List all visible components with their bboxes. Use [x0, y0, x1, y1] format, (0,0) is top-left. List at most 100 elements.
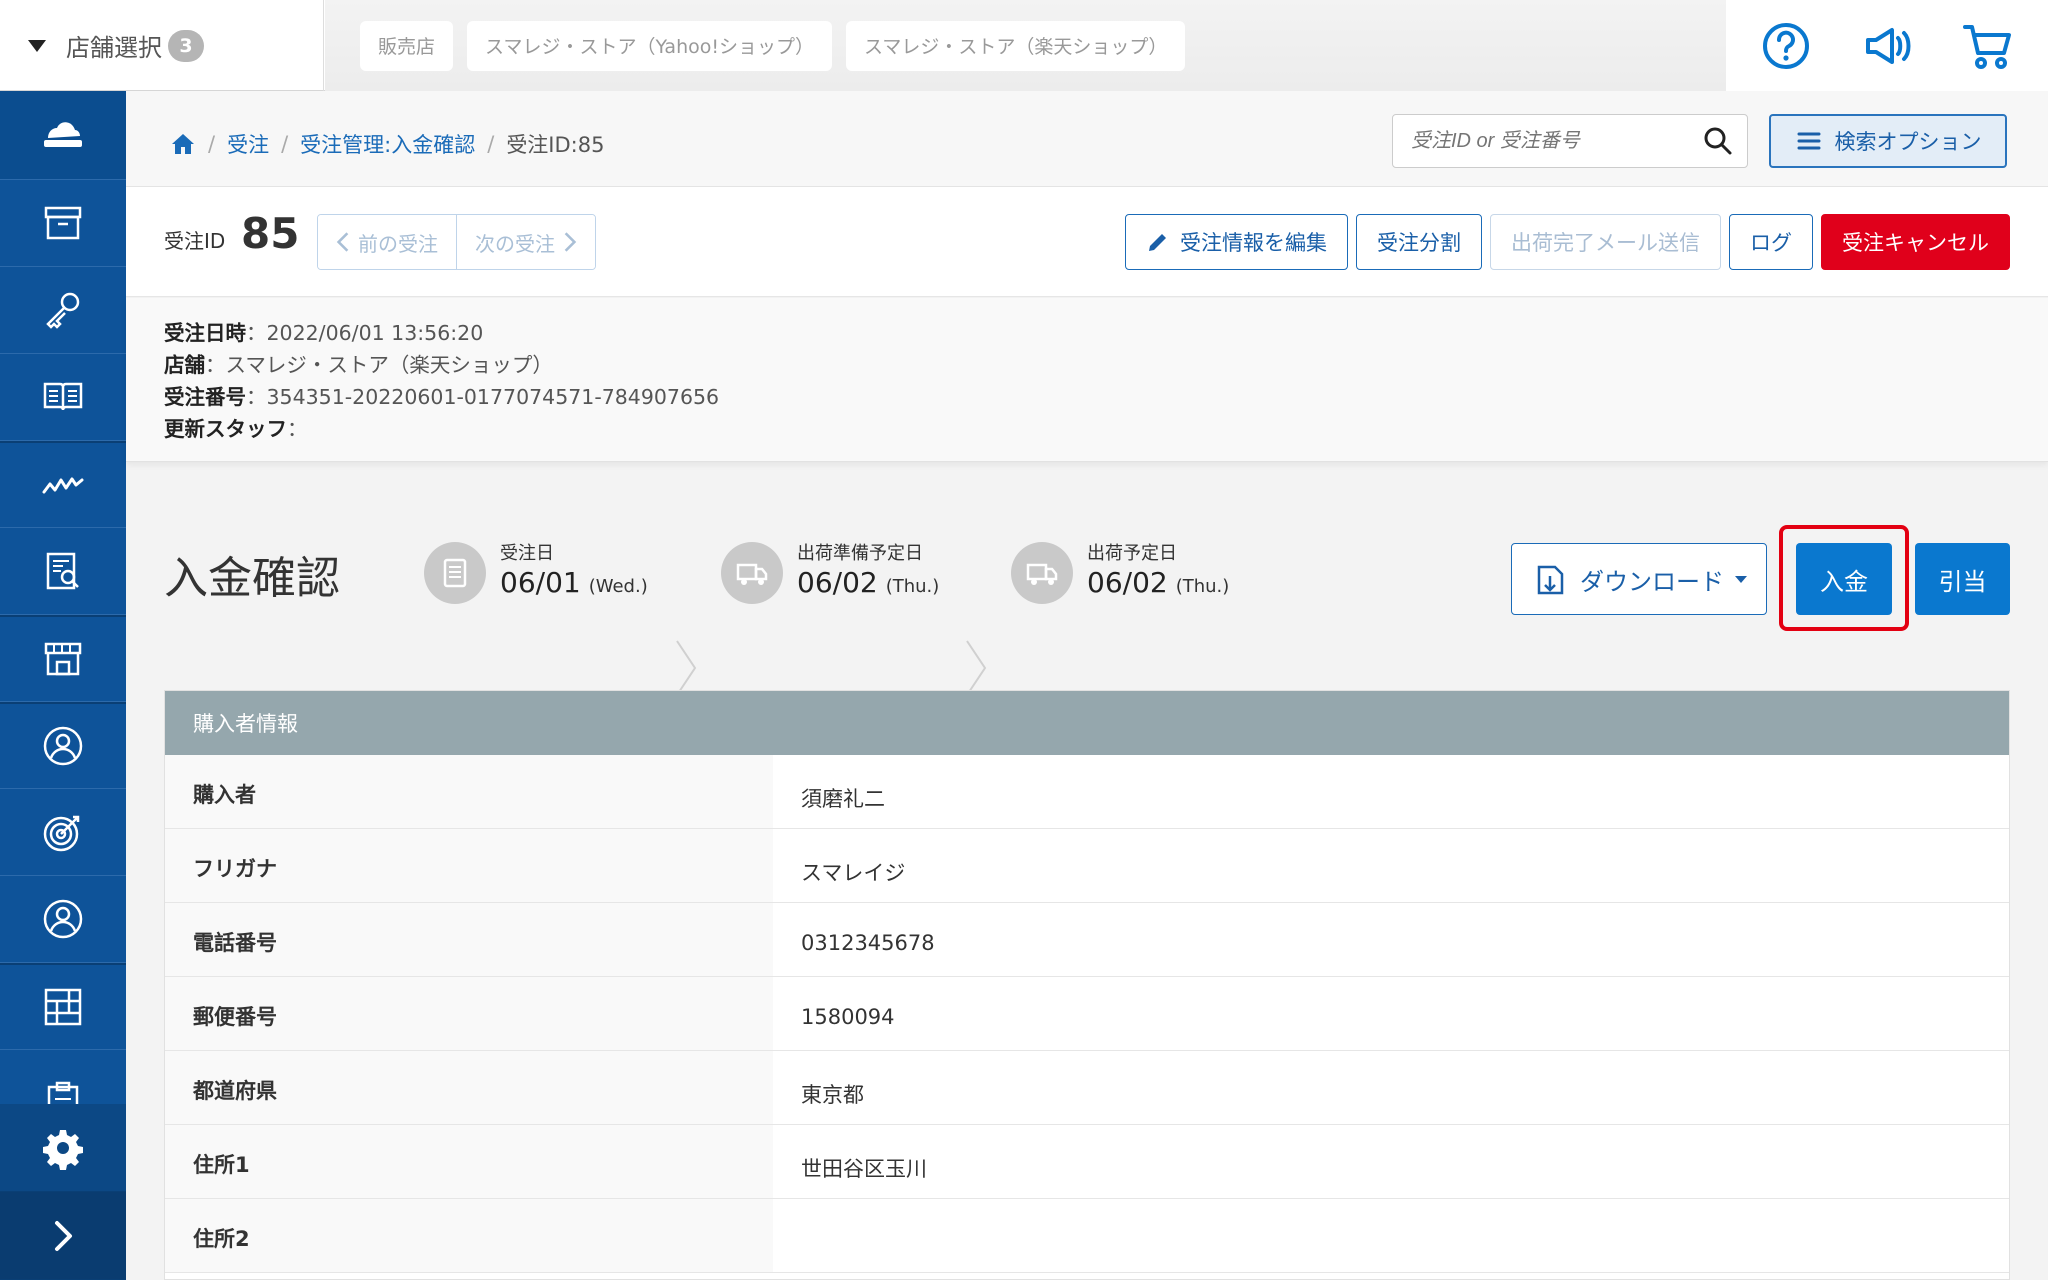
table-row: 電話番号 0312345678 [165, 903, 2009, 977]
store-tab-dealer[interactable]: 販売店 [360, 20, 454, 71]
meta-order-date: 受注日時：2022/06/01 13:56:20 [164, 321, 484, 345]
step-label: 受注日 [500, 543, 554, 564]
clipboard-icon [47, 1081, 79, 1107]
table-row: フリガナ スマレイジ [165, 829, 2009, 903]
breadcrumb-separator: / [208, 132, 216, 156]
edit-order-button[interactable]: 受注情報を編集 [1125, 214, 1348, 270]
step-chevron-icon [966, 640, 987, 696]
row-key: 電話番号 [165, 903, 773, 976]
step-circle [721, 542, 783, 604]
next-order-button[interactable]: 次の受注 [456, 215, 595, 269]
cancel-order-button[interactable]: 受注キャンセル [1821, 214, 2010, 270]
step-label: 出荷準備予定日 [797, 543, 923, 564]
store-tab-yahoo[interactable]: スマレジ・ストア（Yahoo!ショップ） [467, 20, 832, 71]
order-nav: 前の受注 次の受注 [317, 214, 596, 270]
meta-store-label: 店舗 [164, 353, 205, 377]
row-key: 都道府県 [165, 1051, 773, 1124]
sidebar-item-catalog[interactable] [0, 354, 126, 441]
search-options-label: 検索オプション [1834, 130, 1982, 154]
status-title: 入金確認 [164, 553, 340, 604]
sidebar-item-analytics[interactable] [0, 441, 126, 528]
menu-icon [1797, 132, 1820, 150]
payment-button[interactable]: 入金 [1796, 543, 1892, 615]
store-tabs: 販売店 スマレジ・ストア（Yahoo!ショップ） スマレジ・ストア（楽天ショップ… [325, 0, 1726, 91]
meta-order-number-label: 受注番号 [164, 385, 246, 409]
download-button[interactable]: ダウンロード [1511, 543, 1767, 615]
top-bar: 店舗選択 3 販売店 スマレジ・ストア（Yahoo!ショップ） スマレジ・ストア… [0, 0, 2048, 91]
row-key: 住所1 [165, 1125, 773, 1198]
sidebar-item-home[interactable] [0, 91, 126, 180]
meta-order-date-label: 受注日時 [164, 321, 246, 345]
meta-staff: 更新スタッフ： [164, 417, 308, 441]
prev-order-label: 前の受注 [358, 231, 438, 256]
store-tab-rakuten[interactable]: スマレジ・ストア（楽天ショップ） [846, 20, 1186, 71]
sidebar-item-staff[interactable] [0, 876, 126, 963]
breadcrumb-bar: / 受注 / 受注管理:入金確認 / 受注ID:85 検索オプション [126, 91, 2048, 187]
breadcrumb-payment-check[interactable]: 受注管理:入金確認 [300, 129, 475, 159]
order-header: 受注ID 85 前の受注 次の受注 受注情報を編集 受注分割 出荷完了メール送信 [126, 187, 2048, 297]
prev-order-button[interactable]: 前の受注 [318, 215, 456, 269]
row-value: 1580094 [801, 1005, 895, 1029]
sidebar-item-orders[interactable] [0, 1061, 126, 1107]
step-date: 06/01 [500, 566, 581, 599]
home-icon[interactable] [170, 131, 196, 157]
step-day: (Thu.) [1175, 576, 1230, 597]
report-search-icon [46, 552, 79, 590]
breadcrumb-orders[interactable]: 受注 [227, 129, 269, 159]
top-icons [1726, 0, 2048, 91]
chart-line-icon [42, 477, 84, 494]
search-icon[interactable] [1703, 126, 1733, 156]
step-circle [1011, 542, 1073, 604]
allocate-button[interactable]: 引当 [1915, 543, 2010, 615]
sidebar-item-store[interactable] [0, 615, 126, 702]
document-icon [443, 558, 467, 588]
table-row: 購入者 須磨礼二 [165, 755, 2009, 829]
sidebar-bottom [0, 1104, 126, 1280]
table-row: 住所2 [165, 1199, 2009, 1273]
step-label: 出荷予定日 [1087, 543, 1177, 564]
row-key: 郵便番号 [165, 977, 773, 1050]
box-icon [44, 206, 82, 240]
step-prep-date: 出荷準備予定日 06/02 (Thu.) [721, 542, 939, 604]
sidebar-expand-button[interactable] [0, 1192, 126, 1280]
step-order-date: 受注日 06/01 (Wed.) [424, 542, 648, 604]
sidebar-item-customers[interactable] [0, 702, 126, 789]
sidebar-item-keys[interactable] [0, 267, 126, 354]
order-search [1392, 114, 1748, 168]
log-button[interactable]: ログ [1729, 214, 1813, 270]
sidebar-item-marketing[interactable] [0, 789, 126, 876]
step-date: 06/02 [1087, 566, 1168, 599]
row-value: 須磨礼二 [801, 787, 885, 811]
next-order-label: 次の受注 [475, 231, 555, 256]
row-key: 購入者 [165, 755, 773, 828]
ship-complete-mail-button[interactable]: 出荷完了メール送信 [1490, 214, 1721, 270]
chevron-right-icon [55, 1220, 72, 1251]
megaphone-icon[interactable] [1860, 19, 1914, 73]
sidebar-item-reports[interactable] [0, 528, 126, 615]
search-options-button[interactable]: 検索オプション [1769, 114, 2007, 168]
grid-apps-icon [44, 988, 82, 1026]
row-key: フリガナ [165, 829, 773, 902]
step-day: (Wed.) [588, 576, 648, 597]
help-icon[interactable] [1759, 19, 1813, 73]
truck-icon [1026, 563, 1058, 585]
buyer-info-header: 購入者情報 [165, 691, 2009, 755]
sidebar-item-settings[interactable] [0, 1104, 126, 1192]
search-input[interactable] [1393, 115, 1703, 167]
meta-order-number-value: 354351-20220601-0177074571-784907656 [266, 385, 720, 409]
customer-icon [43, 726, 83, 766]
sidebar-item-apps[interactable] [0, 963, 126, 1050]
breadcrumb-current: 受注ID:85 [506, 133, 605, 157]
meta-store-value: スマレジ・ストア（楽天ショップ） [225, 353, 553, 377]
row-value: 0312345678 [801, 931, 935, 955]
pencil-icon [1149, 234, 1166, 251]
store-select-label: 店舗選択 [66, 34, 162, 62]
row-value [773, 1199, 2009, 1272]
store-select-dropdown[interactable]: 店舗選択 3 [0, 0, 324, 91]
download-file-icon [1537, 565, 1564, 595]
split-order-button[interactable]: 受注分割 [1356, 214, 1482, 270]
cart-icon[interactable] [1961, 19, 2015, 73]
step-ship-date: 出荷予定日 06/02 (Thu.) [1011, 542, 1229, 604]
sidebar-item-products[interactable] [0, 180, 126, 267]
book-icon [43, 382, 83, 411]
